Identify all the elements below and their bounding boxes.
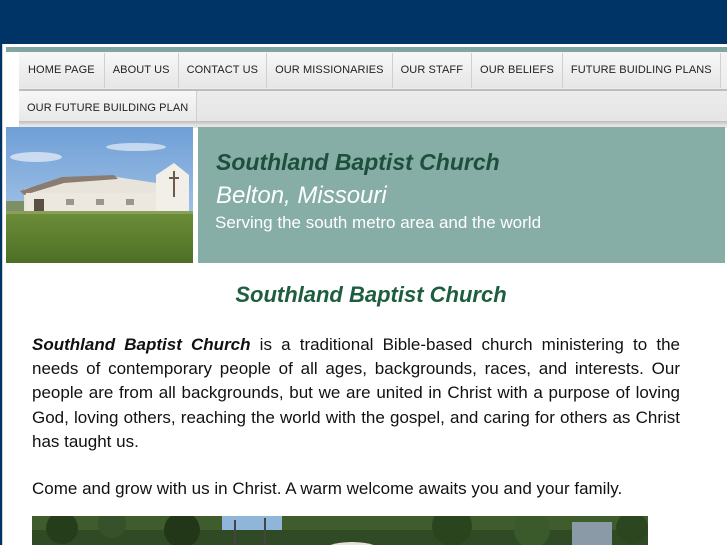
- church-building-photo: [6, 127, 193, 263]
- site-tagline: Serving the south metro area and the wor…: [215, 213, 542, 232]
- page-title: Southland Baptist Church: [235, 282, 507, 307]
- page-container: HOME PAGE ABOUT US CONTACT US OUR MISSIO…: [2, 44, 727, 545]
- nav-row-1: HOME PAGE ABOUT US CONTACT US OUR MISSIO…: [19, 53, 721, 88]
- main-navigation: HOME PAGE ABOUT US CONTACT US OUR MISSIO…: [19, 52, 727, 128]
- nav-our-missionaries[interactable]: OUR MISSIONARIES: [267, 53, 393, 88]
- intro-paragraph: Southland Baptist Church is a traditiona…: [32, 333, 680, 454]
- site-title: Southland Baptist Church: [216, 149, 500, 175]
- welcome-text: Come and grow with us in Christ. A warm …: [32, 479, 623, 498]
- nav-contact-us[interactable]: CONTACT US: [178, 53, 268, 88]
- nav-home-page[interactable]: HOME PAGE: [19, 53, 105, 88]
- nav-bottom-border: [19, 121, 727, 125]
- nav-our-staff[interactable]: OUR STAFF: [392, 53, 473, 88]
- intro-church-name: Southland Baptist Church: [32, 335, 251, 354]
- nav-future-building-plans[interactable]: FUTURE BUIDLING PLANS: [562, 53, 721, 88]
- church-grounds-photo: [32, 516, 648, 545]
- nav-about-us[interactable]: ABOUT US: [104, 53, 179, 88]
- header-banner: Southland Baptist Church Belton, Missour…: [198, 127, 725, 263]
- nav-our-beliefs[interactable]: OUR BELIEFS: [472, 53, 563, 88]
- top-band: [0, 0, 727, 44]
- site-location: Belton, Missouri: [216, 182, 387, 209]
